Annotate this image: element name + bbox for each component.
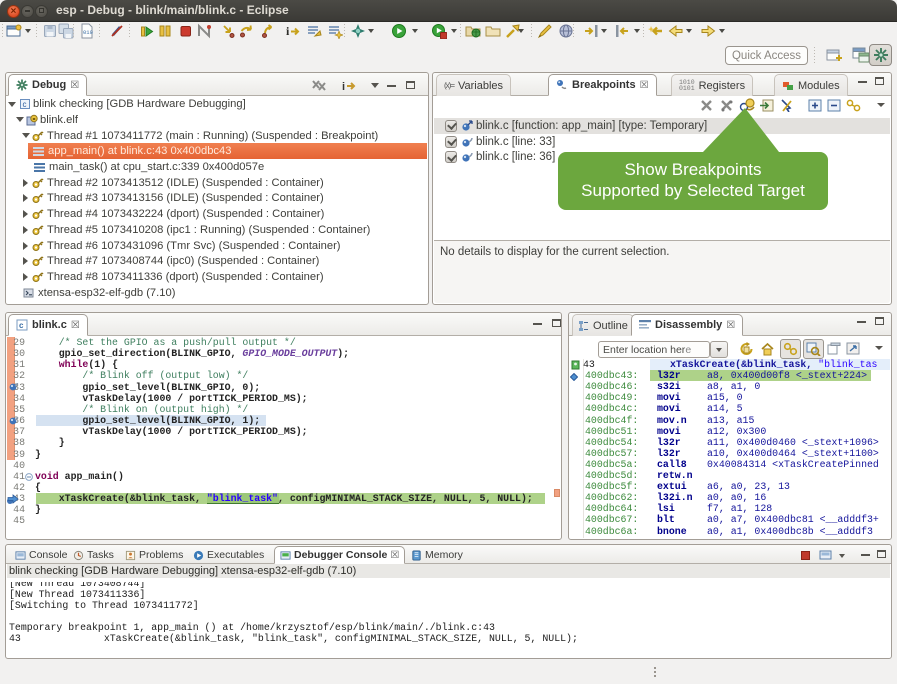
- svg-text:010: 010: [83, 29, 93, 36]
- svg-text:i: i: [342, 81, 345, 92]
- svg-text:c: c: [23, 100, 27, 109]
- svg-text:c: c: [19, 321, 24, 330]
- svg-text:Show Breakpoints: Show Breakpoints: [624, 160, 761, 179]
- svg-text:Supported by Selected Target: Supported by Selected Target: [581, 181, 805, 200]
- svg-text:i: i: [286, 24, 290, 38]
